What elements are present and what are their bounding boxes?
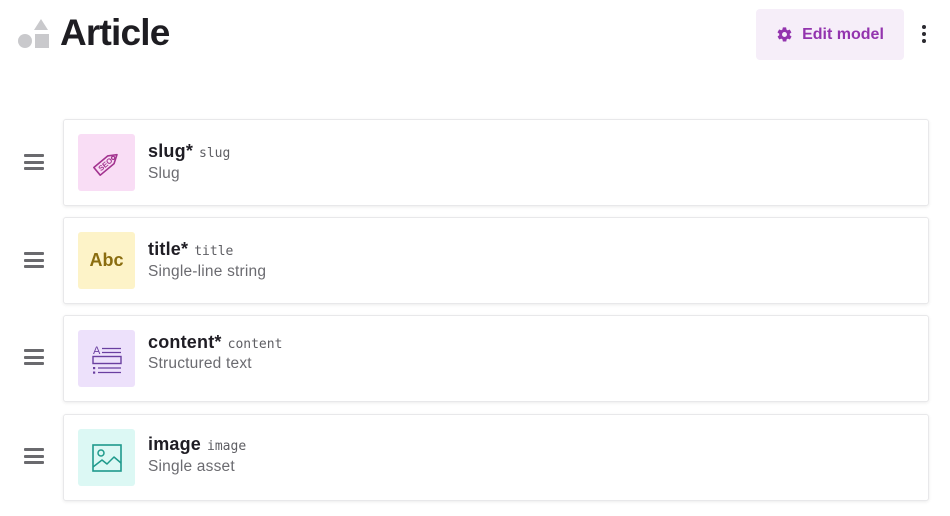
field-type-tile: A — [78, 330, 135, 387]
page-title: Article — [60, 12, 170, 53]
field-card-content[interactable]: A content* content Structured text — [63, 315, 929, 402]
model-page: Article Edit model SEO slug* slug Slug A… — [0, 0, 950, 516]
drag-handle-icon[interactable] — [24, 349, 44, 365]
field-api-key: image — [207, 439, 247, 454]
field-name: title* — [148, 239, 189, 259]
field-card-title[interactable]: Abc title* title Single-line string — [63, 217, 929, 304]
field-type-label: Slug — [148, 165, 180, 182]
field-api-key: title — [194, 244, 234, 259]
field-api-key: slug — [199, 146, 231, 161]
image-icon — [91, 443, 122, 472]
svg-text:A: A — [93, 345, 101, 357]
more-dot-icon — [922, 32, 926, 36]
field-type-tile — [78, 429, 135, 486]
field-type-label: Single-line string — [148, 263, 267, 280]
field-name: image — [148, 434, 202, 454]
field-type-label: Single asset — [148, 458, 235, 475]
gear-icon — [777, 27, 792, 42]
edit-model-button[interactable]: Edit model — [756, 9, 904, 60]
abc-icon: Abc — [89, 250, 124, 270]
structured-text-icon: A — [91, 345, 122, 374]
more-options-button[interactable] — [916, 22, 932, 46]
model-shapes-icon — [18, 19, 49, 48]
drag-handle-icon[interactable] — [24, 252, 44, 268]
field-api-key: content — [227, 337, 283, 352]
drag-handle-icon[interactable] — [24, 448, 44, 464]
edit-model-label: Edit model — [802, 25, 884, 43]
more-dot-icon — [922, 25, 926, 29]
field-type-label: Structured text — [148, 355, 252, 372]
field-name: slug* — [148, 141, 194, 161]
field-type-tile: Abc — [78, 232, 135, 289]
field-card-slug[interactable]: SEO slug* slug Slug — [63, 119, 929, 206]
field-name: content* — [148, 332, 222, 352]
field-type-tile: SEO — [78, 134, 135, 191]
seo-tag-icon: SEO — [92, 153, 118, 176]
field-card-image[interactable]: image image Single asset — [63, 414, 929, 501]
more-dot-icon — [922, 39, 926, 43]
drag-handle-icon[interactable] — [24, 154, 44, 170]
